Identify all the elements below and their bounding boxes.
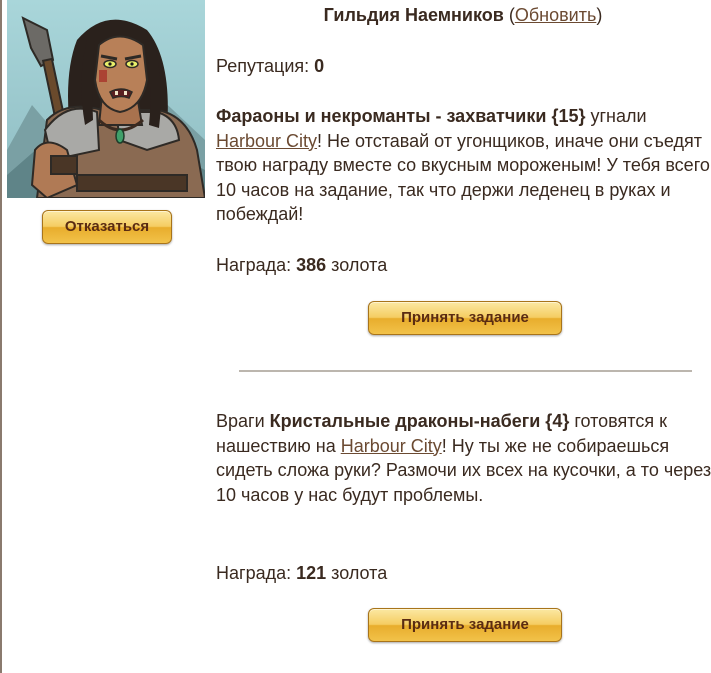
reputation-value: 0 [314, 56, 325, 76]
quest-2-city-link[interactable]: Harbour City [341, 436, 442, 456]
quest-2-enemy: Кристальные драконы-набеги {4} [269, 411, 570, 431]
quest-1-reward-unit: золота [326, 255, 388, 275]
quest-1-description: Фараоны и некроманты - захватчики {15} у… [216, 104, 711, 227]
mercenary-portrait [7, 0, 205, 198]
quest-2-reward: Награда: 121 золота [216, 561, 711, 586]
mercenary-guild-panel: Отказаться Гильдия Наемников (Обновить) … [0, 0, 711, 673]
page-title: Гильдия Наемников (Обновить) [215, 5, 711, 26]
accept-quest-1-button[interactable]: Принять задание [368, 301, 562, 335]
mercenary-portrait-image [7, 0, 205, 198]
accept-quest-2-button[interactable]: Принять задание [368, 608, 562, 642]
quest-1-reward-label: Награда: [216, 255, 297, 275]
refresh-link[interactable]: Обновить [515, 5, 597, 25]
quest-2-reward-unit: золота [326, 563, 388, 583]
quest-1-reward-value: 386 [296, 255, 327, 275]
quest-2-description: Враги Кристальные драконы-набеги {4} гот… [216, 409, 711, 507]
quest-2-reward-label: Награда: [216, 563, 297, 583]
quest-divider [239, 370, 692, 372]
reputation-line: Репутация: 0 [216, 54, 711, 79]
close-paren: ) [596, 5, 603, 25]
quest-1-text-before-city: угнали [585, 106, 647, 126]
guild-title: Гильдия Наемников [323, 5, 504, 25]
quest-1-reward: Награда: 386 золота [216, 253, 711, 278]
quest-1-city-link[interactable]: Harbour City [216, 131, 317, 151]
quest-1-enemy: Фараоны и некроманты - захватчики {15} [216, 106, 586, 126]
reputation-label: Репутация: [216, 56, 315, 76]
quest-2-text-prefix: Враги [216, 411, 270, 431]
decline-button[interactable]: Отказаться [42, 210, 172, 244]
quest-2-reward-value: 121 [296, 563, 327, 583]
